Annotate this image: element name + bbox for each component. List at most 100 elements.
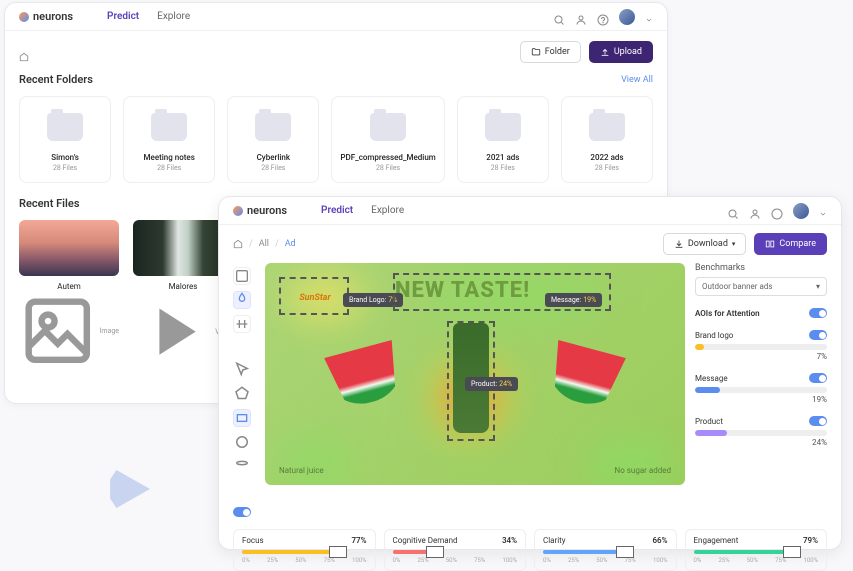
folder-name: PDF_compressed_Medium: [340, 153, 435, 162]
metric-ticks: 0%25%50%75%100%: [694, 557, 819, 564]
aoi-bar: [695, 430, 827, 436]
search-icon[interactable]: [727, 205, 739, 217]
aoi-label-message: Message:19%: [545, 293, 602, 307]
folder-icon: [370, 113, 406, 141]
benchmarks-select[interactable]: Outdoor banner ads▾: [695, 277, 827, 296]
search-icon[interactable]: [553, 11, 565, 23]
logo[interactable]: neurons: [233, 204, 287, 217]
breadcrumb-all[interactable]: All: [259, 239, 269, 249]
ad-caption-left: Natural juice: [279, 466, 324, 475]
metric-card: Clarity 66% 0%25%50%75%100%: [534, 529, 677, 571]
breadcrumb: / All / Ad: [233, 239, 296, 249]
nav-explore[interactable]: Explore: [157, 11, 190, 22]
folder-name: 2022 ads: [570, 153, 644, 162]
tool-image-icon[interactable]: [233, 267, 251, 285]
folder-icon: [47, 113, 83, 141]
folder-meta: 28 Files: [340, 164, 435, 172]
metric-bar: [242, 550, 367, 554]
metric-value: 66%: [652, 536, 667, 545]
tool-lasso-icon[interactable]: [233, 457, 251, 475]
metric-ticks: 0%25%50%75%100%: [393, 557, 518, 564]
help-icon[interactable]: [771, 205, 783, 217]
tool-toggle-icon[interactable]: [233, 503, 251, 521]
topbar: neurons Predict Explore: [219, 197, 841, 225]
metric-ticks: 0%25%50%75%100%: [543, 557, 668, 564]
nav-explore[interactable]: Explore: [371, 205, 404, 216]
metric-value: 34%: [502, 536, 517, 545]
chevron-down-icon[interactable]: [645, 11, 653, 23]
metric-name: Cognitive Demand: [393, 536, 458, 545]
avatar[interactable]: [619, 9, 635, 25]
avatar[interactable]: [793, 203, 809, 219]
aoi-pct: 24%: [695, 438, 827, 447]
folder-meta: 28 Files: [570, 164, 644, 172]
folder-icon: [485, 113, 521, 141]
upload-button[interactable]: Upload: [589, 41, 653, 63]
aoi-pct: 7%: [695, 352, 827, 361]
file-thumbnail: [19, 220, 119, 276]
aoi-toggle[interactable]: [809, 373, 827, 383]
tool-rectangle-icon[interactable]: [233, 409, 251, 427]
tool-pointer-icon[interactable]: [233, 361, 251, 379]
aoi-toggle[interactable]: [809, 416, 827, 426]
user-icon[interactable]: [749, 205, 761, 217]
ad-preview[interactable]: SunStar NEW TASTE! Brand Logo:7% Message…: [265, 263, 685, 485]
nav-predict[interactable]: Predict: [321, 205, 353, 216]
aoi-name: Product: [695, 417, 809, 426]
analysis-window: neurons Predict Explore / All / Ad Downl…: [218, 196, 842, 550]
folder-card[interactable]: Simon's 28 Files: [19, 96, 111, 183]
folder-meta: 28 Files: [28, 164, 102, 172]
breadcrumb-current: Ad: [285, 239, 296, 249]
compare-button[interactable]: Compare: [754, 233, 827, 255]
ad-caption-right: No sugar added: [615, 466, 671, 475]
folder-meta: 28 Files: [466, 164, 540, 172]
aoi-bar: [695, 344, 827, 350]
aois-toggle[interactable]: [809, 308, 827, 318]
home-icon[interactable]: [233, 239, 243, 249]
download-button[interactable]: Download▾: [663, 233, 747, 255]
aoi-pct: 19%: [695, 395, 827, 404]
aoi-name: Message: [695, 374, 809, 383]
folder-card[interactable]: 2022 ads 28 Files: [561, 96, 653, 183]
metric-name: Clarity: [543, 536, 566, 545]
nav-predict[interactable]: Predict: [107, 11, 139, 22]
tool-gaze-icon[interactable]: [233, 315, 251, 333]
aoi-brand-logo[interactable]: [279, 277, 349, 315]
aoi-label-product: Product:24%: [465, 377, 518, 391]
view-all-link[interactable]: View All: [621, 75, 653, 85]
folder-name: Simon's: [28, 153, 102, 162]
benchmarks-panel: Benchmarks Outdoor banner ads▾ AOIs for …: [695, 263, 827, 521]
aoi-name: Brand logo: [695, 331, 809, 340]
folder-name: 2021 ads: [466, 153, 540, 162]
home-icon[interactable]: [19, 47, 29, 57]
file-name: Autem: [19, 282, 119, 291]
metric-name: Focus: [242, 536, 264, 545]
folder-button[interactable]: Folder: [520, 41, 581, 63]
folder-name: Cyberlink: [236, 153, 310, 162]
tool-heatmap-icon[interactable]: [233, 291, 251, 309]
file-card[interactable]: AutemImage: [19, 220, 119, 371]
chevron-down-icon[interactable]: [819, 205, 827, 217]
metric-ticks: 0%25%50%75%100%: [242, 557, 367, 564]
user-icon[interactable]: [575, 11, 587, 23]
help-icon[interactable]: [597, 11, 609, 23]
tool-circle-icon[interactable]: [233, 433, 251, 451]
file-type: Image: [19, 292, 119, 370]
metric-value: 77%: [351, 536, 366, 545]
logo[interactable]: neurons: [19, 10, 73, 23]
aoi-toggle[interactable]: [809, 330, 827, 340]
recent-files-title: Recent Files: [19, 197, 79, 210]
aois-title: AOIs for Attention: [695, 309, 809, 318]
benchmarks-label: Benchmarks: [695, 263, 827, 273]
tool-polygon-icon[interactable]: [233, 385, 251, 403]
aoi-bar: [695, 387, 827, 393]
folder-name: Meeting notes: [132, 153, 206, 162]
tool-sidebar: [233, 263, 255, 521]
topbar: neurons Predict Explore: [5, 3, 667, 31]
folder-icon: [255, 113, 291, 141]
metric-card: Focus 77% 0%25%50%75%100%: [233, 529, 376, 571]
folder-card[interactable]: Cyberlink28 Files: [227, 96, 319, 183]
folder-card[interactable]: Meeting notes28 Files: [123, 96, 215, 183]
folder-card[interactable]: 2021 ads 28 Files: [457, 96, 549, 183]
folder-card[interactable]: PDF_compressed_Medium 28 Files: [331, 96, 444, 183]
